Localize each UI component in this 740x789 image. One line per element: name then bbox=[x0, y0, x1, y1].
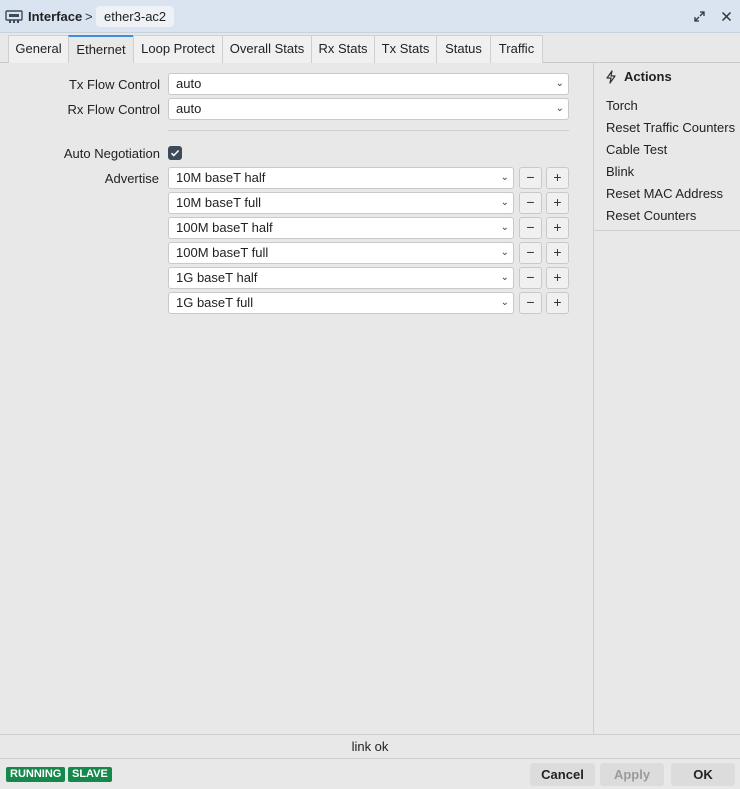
expand-icon bbox=[693, 10, 705, 22]
advertise-value: 1G baseT half bbox=[176, 270, 258, 285]
chevron-down-icon: ⌄ bbox=[555, 78, 564, 89]
remove-advertise-button[interactable]: − bbox=[519, 242, 542, 264]
ethernet-form: Tx Flow Control auto ⌄ Rx Flow Control a… bbox=[0, 63, 594, 734]
tab-overall-stats[interactable]: Overall Stats bbox=[222, 35, 312, 63]
chevron-down-icon: ⌄ bbox=[500, 172, 509, 183]
cancel-button[interactable]: Cancel bbox=[530, 763, 595, 786]
maximize-button[interactable] bbox=[691, 8, 707, 24]
chevron-down-icon: ⌄ bbox=[500, 247, 509, 258]
chevron-down-icon: ⌄ bbox=[555, 103, 564, 114]
close-button[interactable] bbox=[718, 8, 734, 24]
breadcrumb-separator: > bbox=[85, 9, 93, 24]
action-cable-test[interactable]: Cable Test bbox=[606, 142, 667, 157]
actions-header: Actions bbox=[604, 69, 672, 84]
tab-bar: General Ethernet Loop Protect Overall St… bbox=[0, 33, 740, 64]
ok-button[interactable]: OK bbox=[671, 763, 735, 786]
tab-tx-stats[interactable]: Tx Stats bbox=[374, 35, 437, 63]
action-torch[interactable]: Torch bbox=[606, 98, 638, 113]
tx-flow-control-select[interactable]: auto ⌄ bbox=[168, 73, 569, 95]
tab-status[interactable]: Status bbox=[436, 35, 491, 63]
action-blink[interactable]: Blink bbox=[606, 164, 634, 179]
advertise-value: 10M baseT full bbox=[176, 195, 262, 210]
dialog-footer: RUNNING SLAVE Cancel Apply OK bbox=[0, 758, 740, 789]
add-advertise-button[interactable]: + bbox=[546, 267, 569, 289]
status-badge-running: RUNNING bbox=[6, 767, 66, 782]
tx-flow-control-value: auto bbox=[176, 76, 202, 91]
add-advertise-button[interactable]: + bbox=[546, 167, 569, 189]
advertise-select[interactable]: 1G baseT half ⌄ bbox=[168, 267, 514, 289]
breadcrumb-current: ether3-ac2 bbox=[96, 6, 175, 27]
remove-advertise-button[interactable]: − bbox=[519, 192, 542, 214]
chevron-down-icon: ⌄ bbox=[500, 297, 509, 308]
actions-divider bbox=[594, 230, 740, 231]
advertise-select[interactable]: 100M baseT half ⌄ bbox=[168, 217, 514, 239]
tab-general[interactable]: General bbox=[8, 35, 69, 63]
advertise-select[interactable]: 10M baseT half ⌄ bbox=[168, 167, 514, 189]
add-advertise-button[interactable]: + bbox=[546, 192, 569, 214]
rx-flow-control-select[interactable]: auto ⌄ bbox=[168, 98, 569, 120]
close-icon bbox=[721, 11, 731, 21]
lightning-icon bbox=[606, 69, 616, 84]
remove-advertise-button[interactable]: − bbox=[519, 267, 542, 289]
chevron-down-icon: ⌄ bbox=[500, 272, 509, 283]
tab-loop-protect[interactable]: Loop Protect bbox=[133, 35, 223, 63]
chevron-down-icon: ⌄ bbox=[500, 222, 509, 233]
apply-button[interactable]: Apply bbox=[600, 763, 664, 786]
tab-ethernet[interactable]: Ethernet bbox=[68, 35, 134, 64]
advertise-select[interactable]: 10M baseT full ⌄ bbox=[168, 192, 514, 214]
auto-negotiation-checkbox[interactable] bbox=[168, 146, 182, 160]
interface-icon bbox=[5, 10, 23, 23]
advertise-value: 1G baseT full bbox=[176, 295, 254, 310]
status-message: link ok bbox=[0, 734, 740, 758]
tx-flow-control-label: Tx Flow Control bbox=[68, 77, 160, 92]
checkmark-icon bbox=[170, 149, 180, 157]
actions-panel: Actions Torch Reset Traffic Counters Cab… bbox=[594, 63, 740, 734]
status-badge-slave: SLAVE bbox=[68, 767, 112, 782]
advertise-select[interactable]: 1G baseT full ⌄ bbox=[168, 292, 514, 314]
actions-title: Actions bbox=[624, 69, 672, 84]
chevron-down-icon: ⌄ bbox=[500, 197, 509, 208]
tab-traffic[interactable]: Traffic bbox=[490, 35, 543, 63]
remove-advertise-button[interactable]: − bbox=[519, 217, 542, 239]
section-divider bbox=[168, 130, 569, 131]
action-reset-counters[interactable]: Reset Counters bbox=[606, 208, 696, 223]
add-advertise-button[interactable]: + bbox=[546, 217, 569, 239]
remove-advertise-button[interactable]: − bbox=[519, 292, 542, 314]
rx-flow-control-label: Rx Flow Control bbox=[67, 102, 160, 117]
rx-flow-control-value: auto bbox=[176, 101, 202, 116]
tab-rx-stats[interactable]: Rx Stats bbox=[311, 35, 375, 63]
breadcrumb-root[interactable]: Interface bbox=[28, 9, 82, 24]
remove-advertise-button[interactable]: − bbox=[519, 167, 542, 189]
advertise-value: 100M baseT full bbox=[176, 245, 269, 260]
advertise-value: 100M baseT half bbox=[176, 220, 273, 235]
window-titlebar: Interface > ether3-ac2 bbox=[0, 0, 740, 33]
action-reset-traffic-counters[interactable]: Reset Traffic Counters bbox=[606, 120, 735, 135]
action-reset-mac-address[interactable]: Reset MAC Address bbox=[606, 186, 723, 201]
add-advertise-button[interactable]: + bbox=[546, 292, 569, 314]
advertise-label: Advertise bbox=[104, 171, 159, 186]
auto-negotiation-label: Auto Negotiation bbox=[63, 146, 160, 161]
advertise-value: 10M baseT half bbox=[176, 170, 266, 185]
advertise-select[interactable]: 100M baseT full ⌄ bbox=[168, 242, 514, 264]
add-advertise-button[interactable]: + bbox=[546, 242, 569, 264]
